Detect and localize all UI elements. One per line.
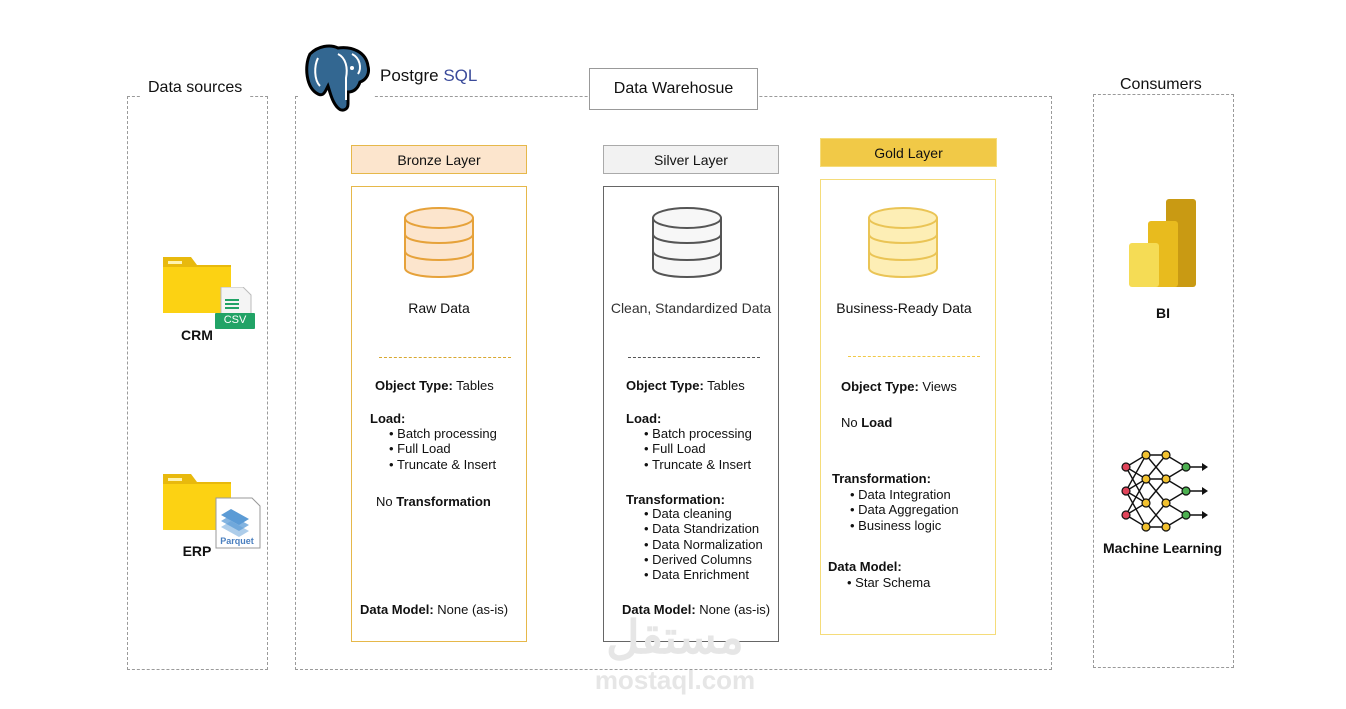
bronze-load-list: Batch processing Full Load Truncate & In…: [389, 426, 497, 472]
silver-database-icon: [651, 206, 723, 280]
bronze-layer-title: Bronze Layer: [397, 151, 481, 168]
gold-load-label: Load: [861, 415, 893, 430]
list-item: Data Enrichment: [644, 567, 763, 582]
postgresql-wordmark-b: SQL: [443, 66, 478, 85]
bronze-layer-header: Bronze Layer: [351, 145, 527, 174]
list-item: Business logic: [850, 518, 959, 533]
silver-load-list: Batch processing Full Load Truncate & In…: [644, 426, 752, 472]
list-item: Full Load: [389, 441, 497, 456]
power-bi-icon: [1128, 197, 1198, 289]
gold-caption: Business-Ready Data: [836, 300, 972, 316]
silver-layer-title: Silver Layer: [654, 151, 728, 168]
gold-database-icon: [867, 206, 939, 280]
list-item: Data Standrization: [644, 521, 763, 536]
gold-layer-title: Gold Layer: [874, 144, 943, 161]
bronze-object-type-label: Object Type:: [375, 378, 453, 393]
bronze-caption: Raw Data: [408, 300, 470, 316]
gold-separator: [848, 356, 980, 357]
bronze-transformation-label: Transformation: [396, 494, 491, 509]
list-item: Full Load: [644, 441, 752, 456]
list-item: Batch processing: [389, 426, 497, 441]
gold-data-model-list: Star Schema: [847, 575, 930, 590]
gold-load-prefix: No: [841, 415, 862, 430]
bronze-transformation-prefix: No: [376, 494, 397, 509]
silver-layer-header: Silver Layer: [603, 145, 779, 174]
gold-load: No Load: [841, 415, 892, 431]
silver-object-type: Object Type: Tables: [626, 378, 745, 394]
gold-data-model-label: Data Model:: [828, 559, 902, 574]
postgresql-logo-icon: [300, 44, 374, 116]
postgresql-wordmark: Postgre SQL: [380, 66, 477, 86]
list-item: Batch processing: [644, 426, 752, 441]
watermark-arabic: مستقل: [606, 611, 744, 663]
watermark-latin: mostaql.com: [594, 665, 756, 695]
data-sources-panel: [127, 96, 268, 670]
consumers-title: Consumers: [1112, 76, 1210, 94]
list-item: Truncate & Insert: [389, 457, 497, 472]
list-item: Derived Columns: [644, 552, 763, 567]
neural-network-icon: [1118, 449, 1210, 535]
list-item: Truncate & Insert: [644, 457, 752, 472]
bronze-database-icon: [403, 206, 475, 280]
bronze-data-model: Data Model: None (as-is): [360, 602, 508, 618]
bronze-object-type-value: Tables: [452, 378, 494, 393]
list-item: Data Integration: [850, 487, 959, 502]
erp-label: ERP: [182, 543, 212, 559]
silver-separator: [628, 357, 760, 358]
bronze-transformation: No Transformation: [376, 494, 491, 510]
bronze-data-model-label: Data Model:: [360, 602, 434, 617]
silver-object-type-value: Tables: [703, 378, 745, 393]
bronze-object-type: Object Type: Tables: [375, 378, 494, 394]
warehouse-title-box: Data Warehosue: [589, 68, 758, 110]
machine-learning-label: Machine Learning: [1102, 540, 1223, 556]
silver-transformation-list: Data cleaning Data Standrization Data No…: [644, 506, 763, 582]
gold-transformation-list: Data Integration Data Aggregation Busine…: [850, 487, 959, 533]
silver-object-type-label: Object Type:: [626, 378, 704, 393]
consumers-panel: [1093, 94, 1234, 668]
bronze-load-label: Load:: [370, 411, 406, 426]
list-item: Star Schema: [847, 575, 930, 590]
bi-label: BI: [1156, 305, 1170, 321]
crm-label: CRM: [181, 327, 213, 343]
bronze-data-model-value: None (as-is): [433, 602, 509, 617]
gold-transformation-label: Transformation:: [832, 471, 931, 486]
list-item: Data Normalization: [644, 537, 763, 552]
gold-layer-header: Gold Layer: [820, 138, 997, 167]
bronze-separator: [379, 357, 511, 358]
gold-object-type-value: Views: [918, 379, 957, 394]
warehouse-title: Data Warehosue: [613, 80, 734, 97]
csv-badge-label: CSV: [223, 314, 247, 326]
list-item: Data Aggregation: [850, 502, 958, 517]
data-sources-title: Data sources: [140, 79, 251, 97]
gold-object-type: Object Type: Views: [841, 379, 957, 395]
postgresql-wordmark-a: Postgre: [380, 66, 439, 85]
silver-caption: Clean, Standardized Data: [610, 300, 772, 316]
list-item: Data cleaning: [644, 506, 763, 521]
gold-object-type-label: Object Type:: [841, 379, 919, 394]
silver-load-label: Load:: [626, 411, 662, 426]
